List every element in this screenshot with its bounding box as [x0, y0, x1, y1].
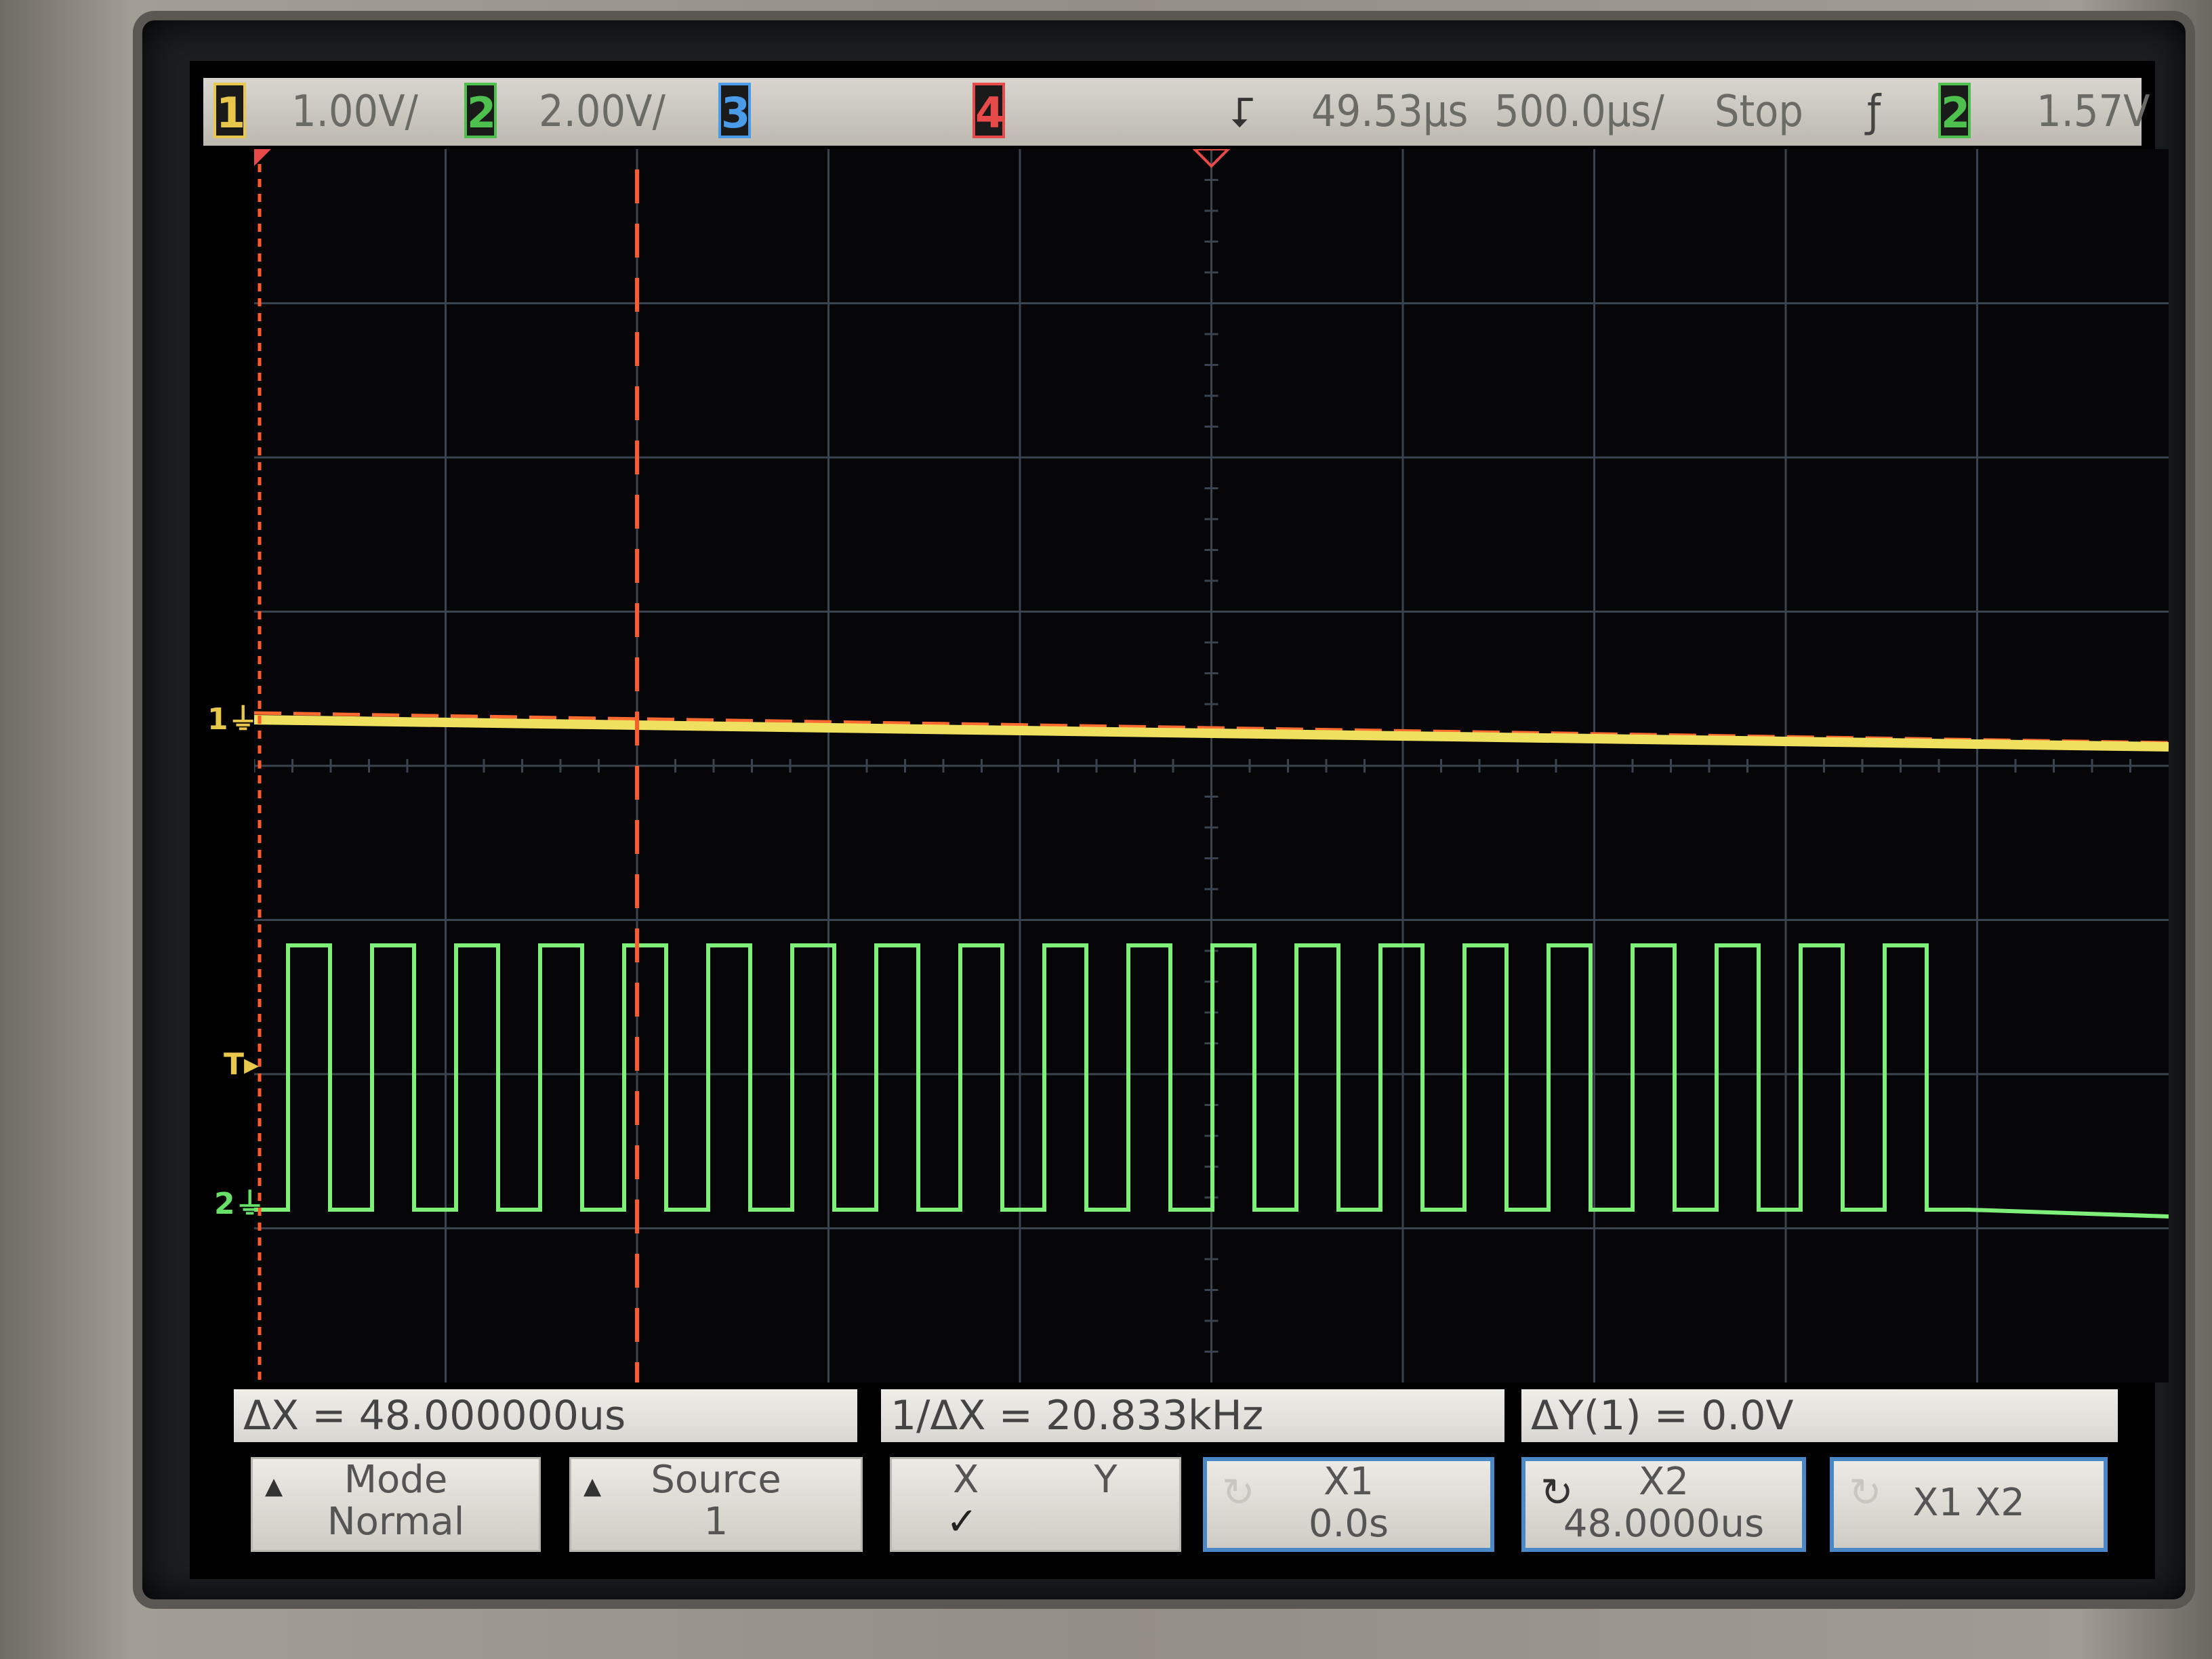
graticule — [254, 149, 2169, 1382]
source-softkey[interactable]: ▲ Source 1 — [569, 1457, 863, 1552]
up-arrow-icon: ▲ — [265, 1473, 283, 1500]
run-state: Stop — [1715, 87, 1803, 137]
mode-title: Mode — [344, 1458, 448, 1502]
rotate-knob-icon: ↻ — [1540, 1469, 1574, 1515]
channel-1-scale: 1.00V/ — [291, 87, 418, 137]
cursor-x1-triangle — [254, 149, 271, 166]
mode-softkey[interactable]: ▲ Mode Normal — [251, 1457, 541, 1552]
channel-2-indicator[interactable]: 2 — [464, 83, 497, 138]
x1-softkey[interactable]: ↻ X1 0.0s — [1203, 1457, 1494, 1552]
trigger-position-marker — [254, 149, 1231, 168]
channel-1-marker-label: 1 — [207, 702, 228, 737]
check-icon: ✓ — [946, 1500, 978, 1544]
channel-1-indicator[interactable]: 1 — [213, 83, 246, 138]
rotate-knob-icon: ↻ — [1849, 1469, 1882, 1515]
trigger-level: 1.57V — [2036, 87, 2150, 137]
channel-3-indicator[interactable]: 3 — [718, 83, 751, 138]
up-arrow-icon: ▲ — [583, 1473, 602, 1500]
delta-y-readout: ΔY(1) = 0.0V — [1521, 1389, 2118, 1442]
y-label: Y — [1094, 1458, 1118, 1502]
channel-2-marker-label: 2 — [214, 1187, 235, 1221]
xy-labels: XY — [892, 1459, 1179, 1501]
x1x2-softkey[interactable]: ↻ X1 X2 — [1830, 1457, 2108, 1552]
rising-edge-icon: ƒ — [1867, 87, 1881, 137]
channel-4-indicator[interactable]: 4 — [972, 83, 1005, 138]
timebase-readout: 500.0µs/ — [1494, 87, 1664, 137]
trigger-marker-label: T — [224, 1047, 245, 1082]
rotate-knob-icon: ↻ — [1222, 1469, 1255, 1515]
delay-readout: 49.53µs — [1311, 87, 1469, 137]
x2-softkey[interactable]: ↻ X2 48.0000us — [1521, 1457, 1806, 1552]
channel-2-scale: 2.00V/ — [539, 87, 665, 137]
trigger-source-indicator[interactable]: 2 — [1938, 83, 1971, 138]
source-title: Source — [651, 1458, 781, 1502]
channel-2-waveform — [254, 943, 2169, 1218]
xy-softkey[interactable]: XY ✓ — [890, 1457, 1181, 1552]
source-value: 1 — [703, 1500, 729, 1544]
channel-2-trace — [254, 943, 2169, 1218]
channel-1-ground-marker: 1⏚ — [207, 702, 258, 737]
mode-value: Normal — [327, 1500, 465, 1544]
channel-2-ground-marker: 2⏚ — [214, 1187, 265, 1221]
trigger-level-marker: T▸ — [224, 1047, 260, 1082]
delta-x-readout: ΔX = 48.000000us — [234, 1389, 857, 1442]
trigger-position-icon: ⮦ — [1230, 88, 1254, 136]
inverse-delta-x-readout: 1/ΔX = 20.833kHz — [881, 1389, 1504, 1442]
x-label: X — [953, 1458, 979, 1502]
